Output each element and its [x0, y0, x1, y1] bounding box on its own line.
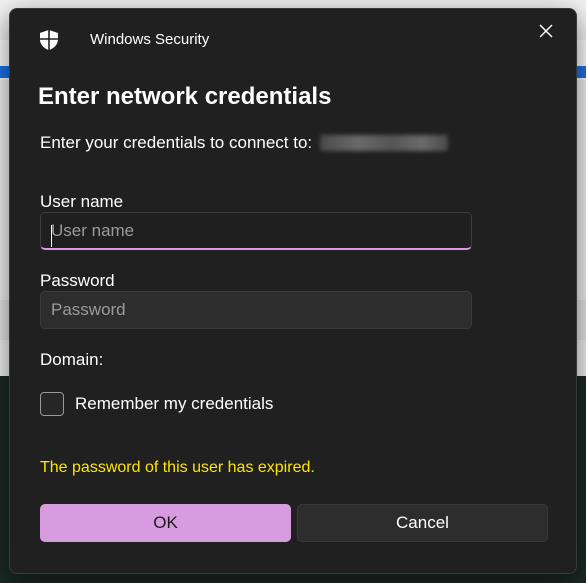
- remember-credentials-row[interactable]: Remember my credentials: [40, 392, 273, 416]
- text-caret: [51, 225, 52, 247]
- connect-prompt: Enter your credentials to connect to:: [40, 133, 313, 152]
- password-label: Password: [40, 271, 115, 290]
- remember-credentials-checkbox[interactable]: [40, 392, 64, 416]
- close-icon: [539, 23, 553, 43]
- close-button[interactable]: [534, 21, 558, 45]
- background-selection-right: [576, 66, 586, 78]
- window-title: Windows Security: [90, 31, 210, 48]
- credentials-dialog: Windows Security Enter network credentia…: [9, 8, 577, 574]
- username-input[interactable]: [40, 212, 472, 250]
- server-name-redacted: [320, 135, 449, 151]
- cancel-button[interactable]: Cancel: [297, 504, 548, 542]
- domain-label: Domain:: [40, 350, 104, 369]
- remember-credentials-label: Remember my credentials: [75, 394, 274, 413]
- title-bar: Windows Security: [10, 9, 576, 67]
- ok-button[interactable]: OK: [40, 504, 291, 542]
- dialog-heading: Enter network credentials: [38, 83, 332, 110]
- error-message: The password of this user has expired.: [40, 459, 315, 476]
- shield-icon: [38, 29, 60, 51]
- password-input[interactable]: [40, 291, 472, 329]
- connect-prompt-row: Enter your credentials to connect to:: [40, 133, 449, 153]
- username-label: User name: [40, 192, 124, 211]
